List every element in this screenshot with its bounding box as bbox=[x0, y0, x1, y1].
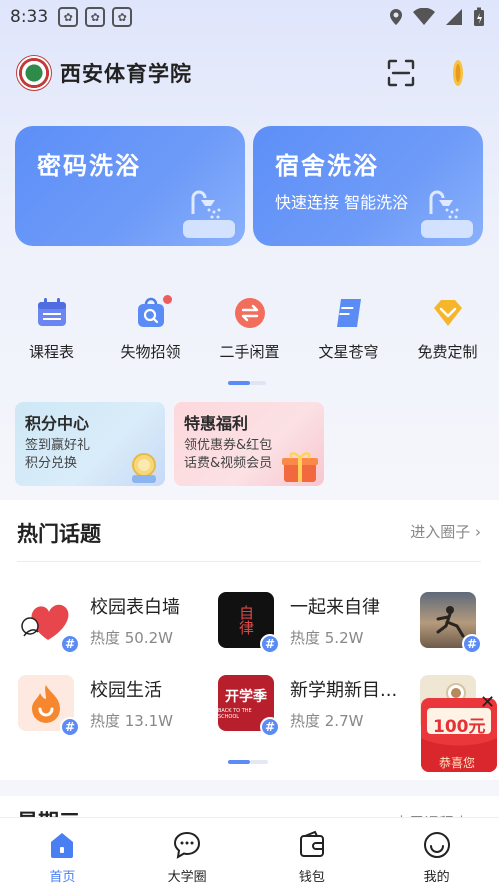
card-title: 宿舍洗浴 bbox=[275, 152, 379, 180]
tab-wallet[interactable]: 钱包 bbox=[267, 830, 357, 885]
quick-entry-label: 二手闲置 bbox=[219, 343, 280, 361]
enter-circle-link[interactable]: 进入圈子 › bbox=[410, 521, 481, 542]
special-welfare-card[interactable]: 特惠福利 领优惠券&红包 话费&视频会员 bbox=[174, 402, 324, 486]
tab-label: 我的 bbox=[423, 870, 450, 885]
scan-icon[interactable] bbox=[387, 59, 415, 87]
school-name: 西安体育学院 bbox=[60, 62, 192, 86]
quick-entry-lost-found[interactable]: 失物招领 bbox=[103, 293, 199, 366]
status-time: 8:33 bbox=[10, 7, 49, 27]
quick-entry-label: 免费定制 bbox=[417, 343, 478, 361]
topic-heat: 热度 5.2W bbox=[290, 628, 364, 647]
topic-name: 新学期新目... bbox=[290, 679, 398, 701]
home-icon bbox=[51, 833, 74, 858]
signal-icon bbox=[446, 9, 462, 25]
pager-dot-active bbox=[228, 381, 250, 385]
topic-item[interactable]: 开学季 BACK TO THE SCHOOL # 新学期新目... 热度 2.7… bbox=[218, 675, 398, 737]
tab-mine[interactable]: 我的 bbox=[392, 830, 482, 885]
calendar-icon bbox=[37, 298, 66, 326]
quick-entry-label: 课程表 bbox=[28, 343, 74, 361]
wallet-icon bbox=[299, 830, 324, 857]
wifi-icon bbox=[413, 8, 435, 25]
topic-item[interactable]: # bbox=[420, 592, 482, 654]
topic-heat: 热度 13.1W bbox=[90, 711, 173, 730]
coupon-caption: 恭喜您 bbox=[439, 756, 476, 770]
battery-icon bbox=[474, 7, 484, 26]
app-header: 西安体育学院 bbox=[0, 50, 499, 96]
section-title: 热门话题 bbox=[17, 522, 101, 546]
tab-home[interactable]: 首页 bbox=[17, 830, 107, 885]
dorm-bath-card[interactable]: 宿舍洗浴 快速连接 智能洗浴 bbox=[253, 126, 483, 246]
topic-name: 一起来自律 bbox=[290, 596, 380, 618]
topic-thumbnail: # bbox=[18, 675, 80, 737]
pager-dot bbox=[250, 381, 266, 385]
topic-item[interactable]: # 校园生活 热度 13.1W bbox=[18, 675, 173, 737]
quick-entry-schedule[interactable]: 课程表 bbox=[4, 296, 100, 366]
topic-name: 校园生活 bbox=[90, 679, 162, 701]
bathtub-icon bbox=[421, 190, 473, 238]
paw-notification-icon: ✿ bbox=[58, 7, 79, 27]
notification-dot bbox=[160, 293, 174, 306]
paw-notification-icon: ✿ bbox=[85, 7, 106, 27]
hashtag-icon: # bbox=[60, 634, 80, 654]
thumbnail-text: 自律 bbox=[237, 605, 255, 635]
topic-thumbnail: # bbox=[18, 592, 80, 654]
hashtag-icon: # bbox=[260, 717, 280, 737]
exchange-icon bbox=[234, 298, 265, 328]
school-logo bbox=[16, 55, 52, 91]
topic-heat: 热度 50.2W bbox=[90, 628, 173, 647]
document-icon bbox=[336, 299, 361, 327]
location-icon bbox=[390, 9, 402, 25]
topics-pager bbox=[228, 760, 268, 764]
quick-entry-wenxing[interactable]: 文星苍穹 bbox=[301, 296, 397, 366]
card-title: 密码洗浴 bbox=[37, 152, 141, 180]
points-center-card[interactable]: 积分中心 签到赢好礼 积分兑换 bbox=[15, 402, 165, 486]
topic-name: 校园表白墙 bbox=[90, 596, 180, 618]
status-bar: 8:33 ✿ ✿ ✿ bbox=[0, 0, 499, 34]
topic-heat: 热度 2.7W bbox=[290, 711, 364, 730]
hashtag-icon: # bbox=[260, 634, 280, 654]
coupon-amount: 100元 bbox=[433, 717, 486, 737]
tab-university-circle[interactable]: 大学圈 bbox=[142, 830, 232, 885]
tab-label: 首页 bbox=[49, 870, 76, 885]
hashtag-icon: # bbox=[60, 717, 80, 737]
smiley-icon bbox=[423, 832, 450, 858]
bottom-tab-bar: 首页 大学圈 钱包 我的 bbox=[0, 817, 499, 887]
status-indicators bbox=[389, 7, 485, 27]
tab-label: 大学圈 bbox=[167, 870, 207, 885]
gift-badge-icon bbox=[132, 453, 156, 483]
diamond-icon bbox=[433, 300, 462, 326]
quick-entries: 课程表 失物招领 二手闲置 文星苍穹 免费定制 bbox=[0, 293, 499, 366]
bathtub-icon bbox=[183, 190, 235, 238]
thumbnail-text: 开学季 bbox=[225, 689, 267, 705]
quick-entries-pager bbox=[228, 381, 266, 385]
tab-label: 钱包 bbox=[298, 870, 325, 885]
hashtag-icon: # bbox=[462, 634, 482, 654]
paw-notification-icon: ✿ bbox=[112, 7, 133, 27]
quick-entry-custom[interactable]: 免费定制 bbox=[400, 296, 496, 366]
password-bath-card[interactable]: 密码洗浴 bbox=[15, 126, 245, 246]
divider bbox=[17, 561, 481, 562]
chat-bubble-icon bbox=[174, 831, 201, 859]
medal-icon[interactable] bbox=[451, 58, 465, 88]
topic-thumbnail: # bbox=[420, 592, 482, 654]
topic-thumbnail: 开学季 BACK TO THE SCHOOL # bbox=[218, 675, 280, 737]
pager-dot-active bbox=[228, 760, 250, 764]
topic-item[interactable]: 自律 # 一起来自律 热度 5.2W bbox=[218, 592, 380, 654]
close-icon[interactable]: ✕ bbox=[480, 692, 495, 713]
promo-title: 积分中心 bbox=[25, 414, 90, 433]
quick-entry-label: 文星苍穹 bbox=[318, 343, 379, 361]
pager-dot bbox=[250, 760, 268, 764]
quick-entry-second-hand[interactable]: 二手闲置 bbox=[202, 296, 298, 366]
topic-item[interactable]: # 校园表白墙 热度 50.2W bbox=[18, 592, 180, 654]
quick-entry-label: 失物招领 bbox=[120, 343, 181, 361]
chevron-right-icon: › bbox=[475, 523, 481, 541]
link-label: 进入圈子 bbox=[410, 523, 471, 541]
promo-title: 特惠福利 bbox=[184, 414, 249, 433]
gift-box-icon bbox=[282, 452, 318, 482]
topic-thumbnail: 自律 # bbox=[218, 592, 280, 654]
